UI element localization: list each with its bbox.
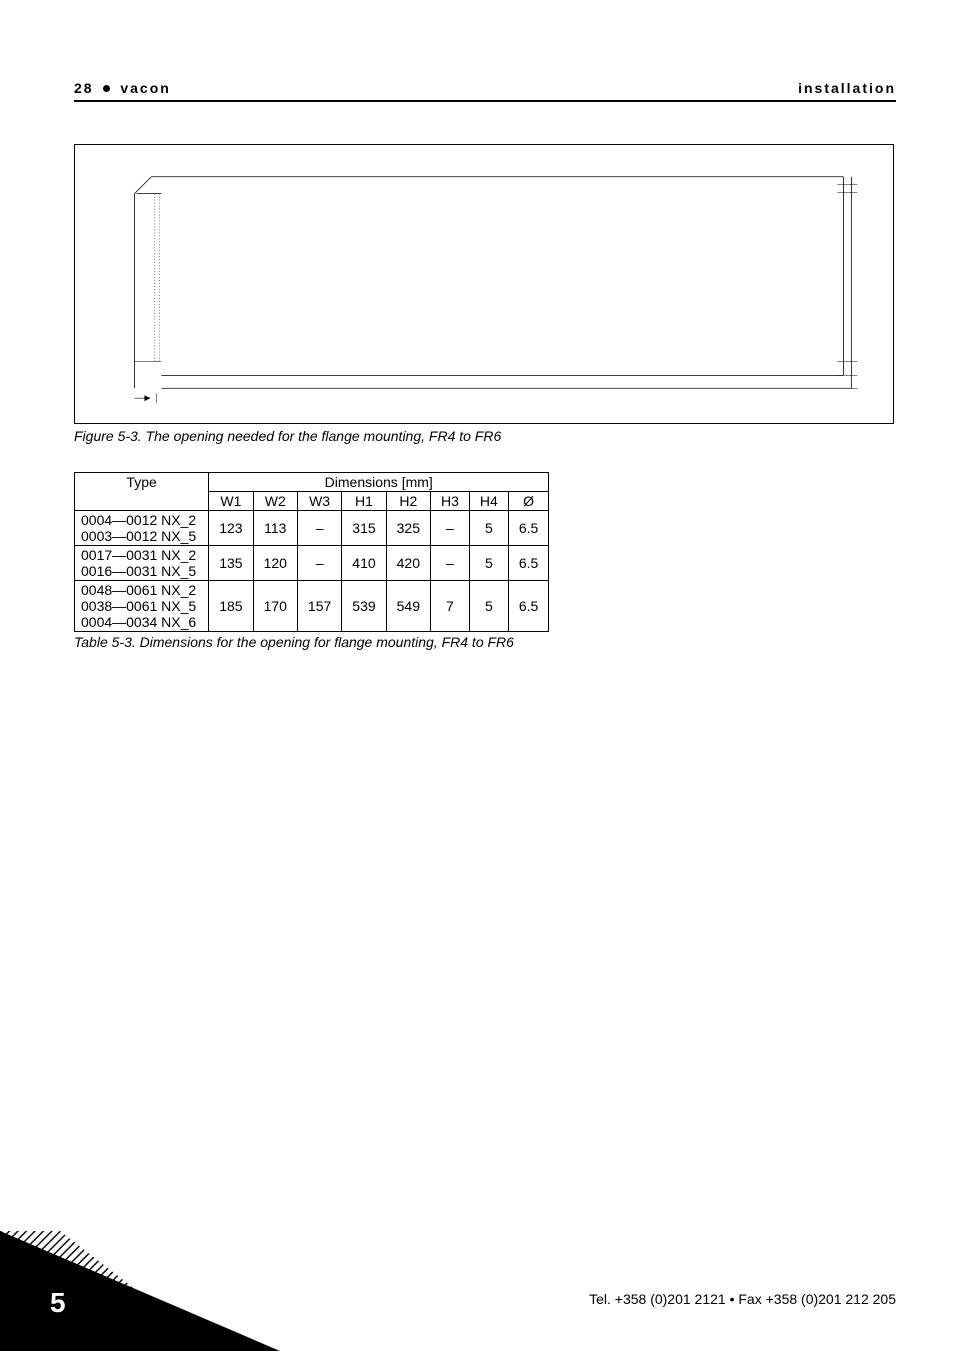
cell: 113 [253,511,297,546]
col-w2: W2 [253,492,297,511]
cell: 420 [386,546,430,581]
cell-type: 0017—0031 NX_2 0016—0031 NX_5 [75,546,209,581]
cell-type: 0048—0061 NX_2 0038—0061 NX_5 0004—0034 … [75,581,209,632]
figure-5-3 [74,144,894,424]
col-diameter: Ø [508,492,548,511]
col-h2: H2 [386,492,430,511]
cell: – [297,511,341,546]
col-type: Type [75,473,209,511]
cell: 7 [431,581,470,632]
col-h4: H4 [469,492,508,511]
cell: 6.5 [508,581,548,632]
table-header-row: Type Dimensions [mm] [75,473,549,492]
cell: 170 [253,581,297,632]
cell: – [431,511,470,546]
table-row: 0017—0031 NX_2 0016—0031 NX_5 135 120 – … [75,546,549,581]
dimensions-table: Type Dimensions [mm] W1 W2 W3 H1 H2 H3 H… [74,472,549,632]
table-row: 0048—0061 NX_2 0038—0061 NX_5 0004—0034 … [75,581,549,632]
cell: 123 [209,511,253,546]
col-dimensions: Dimensions [mm] [209,473,549,492]
cell: 325 [386,511,430,546]
cell: 5 [469,581,508,632]
col-h1: H1 [342,492,386,511]
flange-diagram [75,145,893,423]
col-h3: H3 [431,492,470,511]
cell: 157 [297,581,341,632]
section-title: installation [798,80,896,96]
footer-graphic [0,1231,280,1351]
cell: – [431,546,470,581]
cell: 5 [469,546,508,581]
table-row: 0004—0012 NX_2 0003—0012 NX_5 123 113 – … [75,511,549,546]
page-header: 28 vacon installation [74,80,896,96]
cell: 120 [253,546,297,581]
cell: 185 [209,581,253,632]
page-number: 28 [74,80,94,96]
cell: 5 [469,511,508,546]
cell: 135 [209,546,253,581]
col-w3: W3 [297,492,341,511]
header-left: 28 vacon [74,80,171,96]
brand-name: vacon [120,80,170,96]
cell-type: 0004—0012 NX_2 0003—0012 NX_5 [75,511,209,546]
cell: 315 [342,511,386,546]
footer-contact: Tel. +358 (0)201 2121 • Fax +358 (0)201 … [589,1291,896,1307]
figure-caption: Figure 5-3. The opening needed for the f… [74,428,896,444]
cell: 410 [342,546,386,581]
cell: 539 [342,581,386,632]
bullet-icon [103,85,110,92]
header-rule [74,100,896,102]
table-caption: Table 5-3. Dimensions for the opening fo… [74,634,896,650]
cell: 549 [386,581,430,632]
chapter-number: 5 [50,1287,66,1319]
col-w1: W1 [209,492,253,511]
cell: 6.5 [508,546,548,581]
cell: – [297,546,341,581]
cell: 6.5 [508,511,548,546]
